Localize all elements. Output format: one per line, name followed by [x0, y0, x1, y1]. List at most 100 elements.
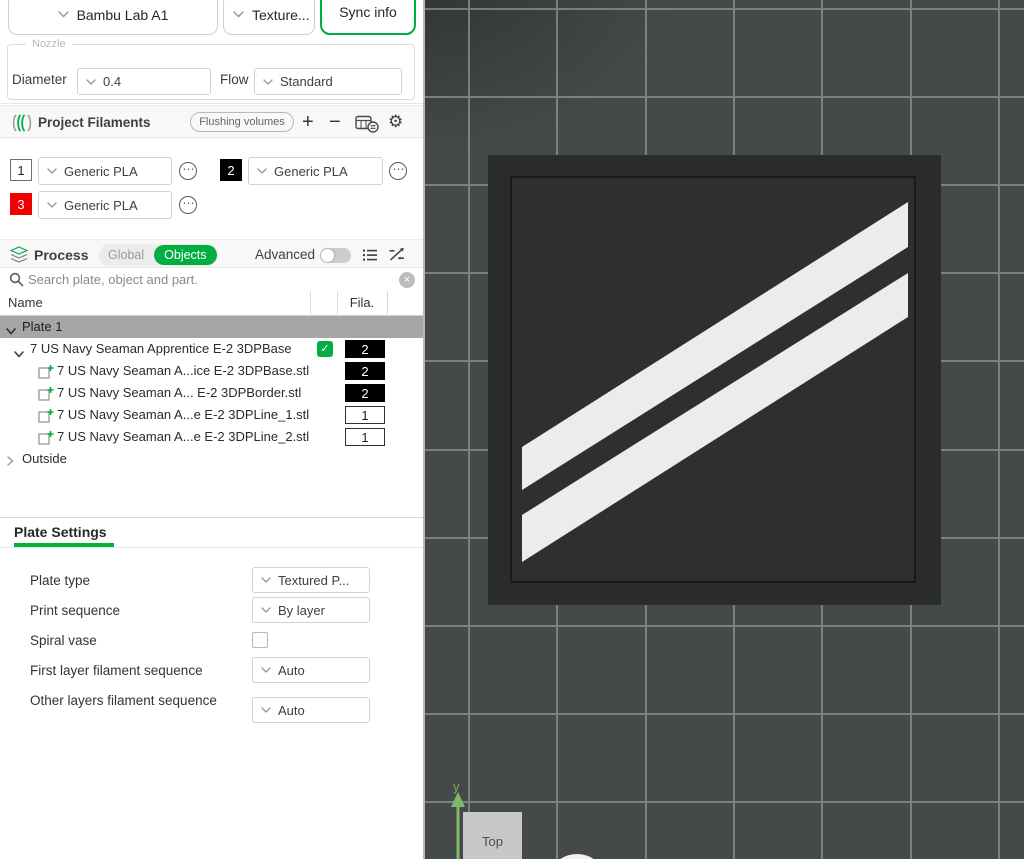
- plate-type-setting-select[interactable]: Textured P...: [252, 567, 370, 593]
- column-divider: [310, 291, 311, 316]
- search-icon: [9, 272, 24, 292]
- ams-sync-icon[interactable]: [355, 113, 379, 138]
- left-panel: Bambu Lab A1 Texture... Sync info Nozzle…: [0, 0, 425, 859]
- column-name: Name: [8, 295, 43, 310]
- flow-label: Flow: [220, 72, 249, 87]
- outside-row-label: Outside: [22, 451, 67, 466]
- project-filaments-header: Project Filaments Flushing volumes + −: [0, 105, 423, 138]
- add-part-icon: [38, 364, 54, 382]
- flushing-volumes-label: Flushing volumes: [199, 116, 285, 128]
- plate-type-setting-value: Textured P...: [278, 573, 349, 588]
- tree-row-part[interactable]: 7 US Navy Seaman A...ice E-2 3DPBase.stl…: [0, 360, 423, 382]
- tab-global[interactable]: Global: [99, 248, 153, 262]
- filament-settings-gear-icon[interactable]: ⚙: [388, 113, 403, 131]
- compare-parameters-icon[interactable]: [388, 247, 405, 267]
- search-clear-button[interactable]: ×: [399, 272, 415, 288]
- tree-row-part[interactable]: 7 US Navy Seaman A...e E-2 3DPLine_1.stl…: [0, 404, 423, 426]
- tab-objects[interactable]: Objects: [154, 245, 216, 265]
- flow-select-value: Standard: [280, 74, 333, 89]
- filament-1-more-button[interactable]: ⋯: [179, 162, 197, 180]
- divider: [0, 103, 423, 104]
- chevron-down-icon[interactable]: [6, 323, 16, 338]
- first-layer-sequence-label: First layer filament sequence: [30, 662, 246, 680]
- search-input[interactable]: [28, 270, 388, 289]
- chevron-down-icon: [233, 11, 244, 18]
- filament-2-name: Generic PLA: [274, 164, 348, 179]
- tree-row-part[interactable]: 7 US Navy Seaman A... E-2 3DPBorder.stl …: [0, 382, 423, 404]
- printer-select[interactable]: Bambu Lab A1: [8, 0, 218, 35]
- chevron-down-icon[interactable]: [14, 346, 24, 361]
- tree-row-plate[interactable]: Plate 1: [0, 316, 423, 338]
- tree-row-outside[interactable]: Outside: [0, 448, 423, 470]
- chevron-down-icon: [58, 11, 69, 18]
- process-title: Process: [34, 247, 88, 263]
- filament-spool-icon: [12, 114, 32, 137]
- add-filament-button[interactable]: +: [302, 112, 314, 132]
- advanced-label: Advanced: [255, 247, 315, 262]
- filament-assignment-badge[interactable]: 2: [345, 362, 385, 380]
- print-sequence-value: By layer: [278, 603, 325, 618]
- add-part-icon: [38, 408, 54, 426]
- filament-assignment-badge[interactable]: 2: [345, 384, 385, 402]
- plate-settings-title: Plate Settings: [14, 524, 107, 540]
- plate-row-label: Plate 1: [22, 319, 62, 334]
- divider: [0, 517, 423, 518]
- chevron-down-icon: [261, 707, 271, 713]
- part-row-label: 7 US Navy Seaman A...e E-2 3DPLine_2.stl: [57, 429, 309, 444]
- advanced-toggle[interactable]: [320, 248, 351, 263]
- remove-filament-button[interactable]: −: [329, 112, 341, 132]
- part-row-label: 7 US Navy Seaman A... E-2 3DPBorder.stl: [57, 385, 301, 400]
- tree-row-part[interactable]: 7 US Navy Seaman A...e E-2 3DPLine_2.stl…: [0, 426, 423, 448]
- part-row-label: 7 US Navy Seaman A...e E-2 3DPLine_1.stl: [57, 407, 309, 422]
- diameter-label: Diameter: [12, 72, 67, 87]
- tree-row-object[interactable]: 7 US Navy Seaman Apprentice E-2 3DPBase …: [0, 338, 423, 360]
- filament-2-index-badge: 2: [220, 159, 242, 181]
- filament-1-select[interactable]: Generic PLA: [38, 157, 172, 185]
- viewport-3d[interactable]: y Top: [425, 0, 1024, 859]
- nozzle-group: Nozzle Diameter 0.4 Flow Standard: [7, 38, 415, 100]
- add-part-icon: [38, 386, 54, 404]
- sync-info-button[interactable]: Sync info: [320, 0, 416, 35]
- other-layers-sequence-value: Auto: [278, 703, 305, 718]
- plate-type-select[interactable]: Texture...: [223, 0, 315, 35]
- process-header: Process Global Objects Advanced: [0, 239, 423, 268]
- diameter-select[interactable]: 0.4: [77, 68, 211, 95]
- filament-assignment-badge[interactable]: 1: [345, 406, 385, 424]
- filament-assignment-badge[interactable]: 2: [345, 340, 385, 358]
- view-cube-top[interactable]: Top: [463, 812, 522, 859]
- model-plaque: [488, 155, 941, 605]
- filament-2-select[interactable]: Generic PLA: [248, 157, 383, 185]
- filament-3-name: Generic PLA: [64, 198, 138, 213]
- viewport-canvas: [425, 0, 1024, 859]
- plate-type-select-value: Texture...: [252, 7, 310, 23]
- flushing-volumes-button[interactable]: Flushing volumes: [190, 112, 294, 132]
- print-sequence-select[interactable]: By layer: [252, 597, 370, 623]
- object-row-label: 7 US Navy Seaman Apprentice E-2 3DPBase: [30, 341, 292, 356]
- print-sequence-label: Print sequence: [30, 602, 246, 620]
- print-enable-checkbox[interactable]: ✓: [317, 341, 333, 357]
- plate-type-label: Plate type: [30, 572, 246, 590]
- add-part-icon: [38, 430, 54, 448]
- nozzle-legend: Nozzle: [26, 38, 72, 50]
- filament-1-name: Generic PLA: [64, 164, 138, 179]
- chevron-down-icon: [261, 577, 271, 583]
- flow-select[interactable]: Standard: [254, 68, 402, 95]
- filament-3-select[interactable]: Generic PLA: [38, 191, 172, 219]
- filament-1-index-badge: 1: [10, 159, 32, 181]
- chevron-down-icon: [86, 79, 96, 85]
- chevron-right-icon[interactable]: [7, 454, 14, 469]
- spiral-vase-checkbox[interactable]: [252, 632, 268, 648]
- first-layer-sequence-select[interactable]: Auto: [252, 657, 370, 683]
- chevron-down-icon: [257, 168, 267, 174]
- list-view-icon[interactable]: [362, 248, 378, 267]
- other-layers-sequence-select[interactable]: Auto: [252, 697, 370, 723]
- layers-icon: [10, 246, 28, 268]
- search-bar: ×: [0, 268, 423, 292]
- column-fila: Fila.: [337, 295, 387, 310]
- object-table-header: Name Fila.: [0, 291, 423, 316]
- divider: [0, 547, 423, 548]
- gizmo-sphere: [553, 854, 601, 859]
- filament-assignment-badge[interactable]: 1: [345, 428, 385, 446]
- filament-2-more-button[interactable]: ⋯: [389, 162, 407, 180]
- filament-3-more-button[interactable]: ⋯: [179, 196, 197, 214]
